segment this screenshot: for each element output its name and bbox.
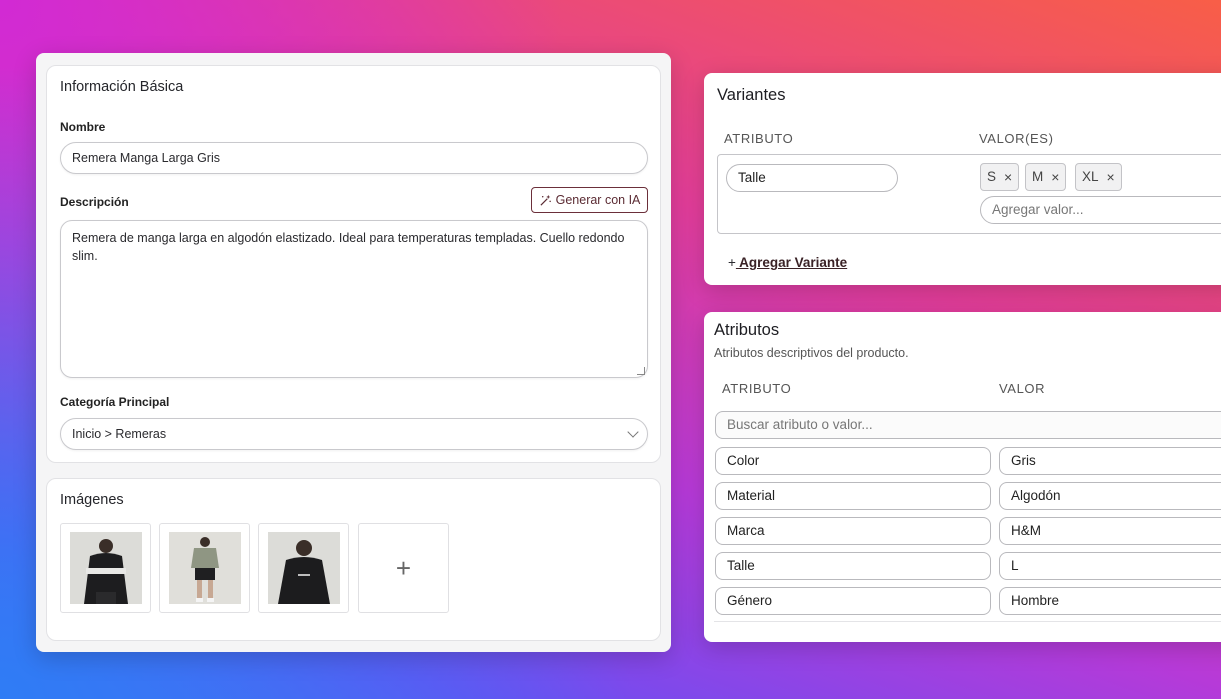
generate-ai-button[interactable]: Generar con IA [531, 187, 648, 213]
product-photo-olive-tshirt-shorts-icon [168, 532, 241, 604]
value-chip-label: XL [1082, 169, 1099, 184]
attributes-col-value: VALOR [999, 381, 1046, 396]
attribute-value-input[interactable]: H&M [999, 517, 1221, 545]
variants-window: Variantes ATRIBUTO VALOR(ES) Talle S × M… [704, 73, 1221, 285]
add-image-button[interactable]: + [358, 523, 449, 613]
images-card: Imágenes + [46, 478, 661, 641]
product-photo-black-sweatshirt-icon [69, 532, 142, 604]
name-label: Nombre [60, 120, 106, 134]
attribute-value-input[interactable]: Hombre [999, 587, 1221, 615]
image-thumbnail[interactable] [159, 523, 250, 613]
variant-row: Talle S × M × XL × Agregar valor... [717, 154, 1221, 234]
plus-icon: + [728, 255, 736, 270]
name-input[interactable]: Remera Manga Larga Gris [60, 142, 648, 174]
attribute-search-input[interactable]: Buscar atributo o valor... [715, 411, 1221, 439]
product-editor-window: Información Básica Nombre Remera Manga L… [36, 53, 671, 652]
attributes-title: Atributos [714, 321, 780, 339]
category-label: Categoría Principal [60, 395, 170, 409]
attribute-name-input[interactable]: Material [715, 482, 991, 510]
variant-attribute-input[interactable]: Talle [726, 164, 898, 192]
close-icon[interactable]: × [1051, 164, 1059, 190]
value-chip: XL × [1075, 163, 1122, 191]
add-value-input[interactable]: Agregar valor... [980, 196, 1221, 224]
image-thumbnail[interactable] [60, 523, 151, 613]
attribute-value-input[interactable]: Gris [999, 447, 1221, 475]
value-chip-label: M [1032, 169, 1044, 184]
basic-info-card: Información Básica Nombre Remera Manga L… [46, 65, 661, 463]
category-select[interactable]: Inicio > Remeras [60, 418, 648, 450]
attributes-window: Atributos Atributos descriptivos del pro… [704, 312, 1221, 642]
add-variant-button[interactable]: + Agregar Variante [728, 255, 847, 270]
add-variant-link: Agregar Variante [735, 255, 848, 270]
chevron-down-icon [627, 426, 639, 438]
attribute-name-input[interactable]: Género [715, 587, 991, 615]
attribute-name-input[interactable]: Marca [715, 517, 991, 545]
attribute-name-input[interactable]: Talle [715, 552, 991, 580]
value-chip: S × [980, 163, 1020, 191]
variants-col-attribute: ATRIBUTO [724, 131, 794, 146]
generate-ai-label: Generar con IA [555, 193, 641, 207]
plus-icon: + [395, 552, 412, 583]
basic-info-title: Información Básica [60, 79, 184, 95]
attribute-name-input[interactable]: Color [715, 447, 991, 475]
attributes-col-attribute: ATRIBUTO [722, 381, 792, 396]
image-thumbnail[interactable] [258, 523, 349, 613]
description-textarea[interactable]: Remera de manga larga en algodón elastiz… [60, 220, 648, 378]
attributes-subtitle: Atributos descriptivos del producto. [714, 346, 909, 360]
magic-wand-icon [540, 194, 551, 206]
value-chip: M × [1025, 163, 1067, 191]
attribute-value-input[interactable]: Algodón [999, 482, 1221, 510]
description-label: Descripción [60, 195, 129, 209]
divider [714, 621, 1221, 622]
attribute-value-input[interactable]: L [999, 552, 1221, 580]
images-title: Imágenes [60, 492, 124, 508]
variants-title: Variantes [717, 86, 786, 104]
category-selected-value: Inicio > Remeras [72, 427, 167, 441]
value-chip-label: S [987, 169, 997, 184]
variants-col-values: VALOR(ES) [979, 131, 1054, 146]
close-icon[interactable]: × [1004, 164, 1012, 190]
description-text: Remera de manga larga en algodón elastiz… [72, 231, 625, 263]
product-photo-black-zip-jacket-icon [267, 532, 340, 604]
close-icon[interactable]: × [1107, 164, 1115, 190]
resize-handle-icon[interactable] [637, 367, 645, 375]
